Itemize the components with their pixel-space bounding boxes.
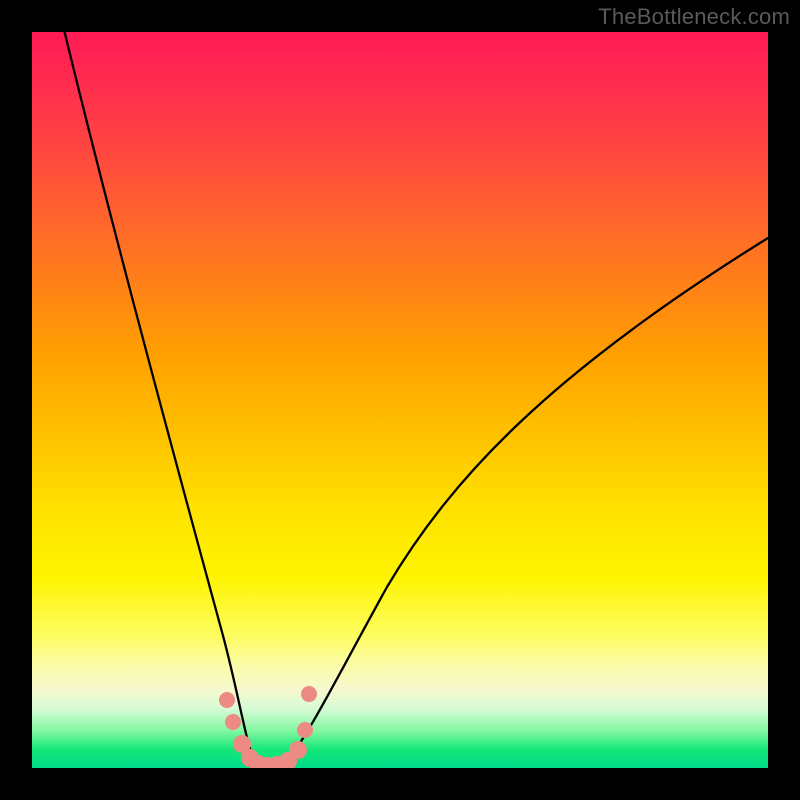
watermark-text: TheBottleneck.com: [598, 4, 790, 30]
bottleneck-curve: [47, 32, 768, 767]
chart-frame: TheBottleneck.com: [0, 0, 800, 800]
bottleneck-curve-svg: [32, 32, 768, 768]
plot-area: [32, 32, 768, 768]
marker-dots: [219, 686, 317, 768]
